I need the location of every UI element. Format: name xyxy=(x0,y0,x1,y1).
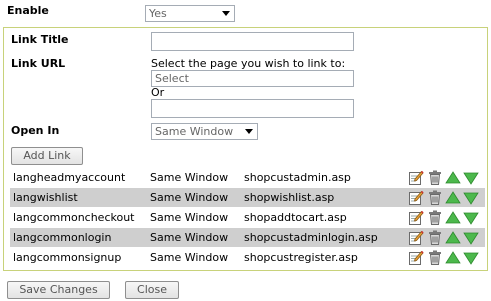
link-target-cell: Same Window xyxy=(150,231,229,244)
table-row: langheadmyaccount Same Window shopcustadmi… xyxy=(10,168,485,187)
open-in-select[interactable]: Same Window xyxy=(151,123,258,140)
save-changes-button[interactable]: Save Changes xyxy=(7,281,110,299)
trash-icon[interactable] xyxy=(427,229,443,246)
edit-icon[interactable] xyxy=(408,249,424,266)
enable-select[interactable]: Yes xyxy=(145,5,235,22)
link-name-cell: langwishlist xyxy=(13,191,78,204)
edit-icon[interactable] xyxy=(408,209,424,226)
move-up-icon[interactable] xyxy=(445,169,461,186)
trash-icon[interactable] xyxy=(427,189,443,206)
link-target-cell: Same Window xyxy=(150,171,229,184)
move-down-icon[interactable] xyxy=(463,209,479,226)
move-up-icon[interactable] xyxy=(445,249,461,266)
link-title-input[interactable] xyxy=(151,32,354,51)
edit-icon[interactable] xyxy=(408,229,424,246)
trash-icon[interactable] xyxy=(427,169,443,186)
move-down-icon[interactable] xyxy=(463,189,479,206)
link-name-cell: langcommonsignup xyxy=(13,251,122,264)
link-target-cell: Same Window xyxy=(150,251,229,264)
chevron-down-icon xyxy=(222,11,230,16)
move-up-icon[interactable] xyxy=(445,189,461,206)
link-name-cell: langheadmyaccount xyxy=(13,171,126,184)
chevron-down-icon xyxy=(245,129,253,134)
edit-icon[interactable] xyxy=(408,189,424,206)
move-up-icon[interactable] xyxy=(445,229,461,246)
add-link-button[interactable]: Add Link xyxy=(11,147,83,165)
link-target-cell: Same Window xyxy=(150,191,229,204)
page-select[interactable]: Select xyxy=(151,70,354,87)
trash-icon[interactable] xyxy=(427,249,443,266)
page-select-value: Select xyxy=(155,72,189,85)
close-button[interactable]: Close xyxy=(125,281,179,299)
row-actions xyxy=(408,169,482,186)
link-page-cell: shopcustadminlogin.asp xyxy=(244,231,378,244)
trash-icon[interactable] xyxy=(427,209,443,226)
link-url-label: Link URL xyxy=(11,57,66,70)
move-down-icon[interactable] xyxy=(463,249,479,266)
row-actions xyxy=(408,229,482,246)
table-row: langcommonlogin Same Window shopcustadminl… xyxy=(10,228,485,247)
enable-label: Enable xyxy=(7,4,49,17)
open-in-label: Open In xyxy=(11,124,60,137)
move-down-icon[interactable] xyxy=(463,229,479,246)
row-actions xyxy=(408,209,482,226)
select-page-prompt: Select the page you wish to link to: xyxy=(151,57,346,70)
table-row: langcommonsignup Same Window shopcustregis… xyxy=(10,248,485,267)
link-title-label: Link Title xyxy=(11,33,69,46)
link-page-cell: shopwishlist.asp xyxy=(244,191,335,204)
link-target-cell: Same Window xyxy=(150,211,229,224)
row-actions xyxy=(408,189,482,206)
link-page-cell: shopaddtocart.asp xyxy=(244,211,347,224)
table-row: langcommoncheckout Same Window shopaddtoca… xyxy=(10,208,485,227)
row-actions xyxy=(408,249,482,266)
link-page-cell: shopcustadmin.asp xyxy=(244,171,351,184)
table-row: langwishlist Same Window shopwishlist.asp xyxy=(10,188,485,207)
or-text: Or xyxy=(151,86,165,99)
enable-select-value: Yes xyxy=(149,7,167,20)
link-name-cell: langcommoncheckout xyxy=(13,211,135,224)
move-down-icon[interactable] xyxy=(463,169,479,186)
link-page-cell: shopcustregister.asp xyxy=(244,251,358,264)
move-up-icon[interactable] xyxy=(445,209,461,226)
edit-icon[interactable] xyxy=(408,169,424,186)
link-name-cell: langcommonlogin xyxy=(13,231,112,244)
link-url-input[interactable] xyxy=(151,99,354,118)
open-in-select-value: Same Window xyxy=(155,125,234,138)
